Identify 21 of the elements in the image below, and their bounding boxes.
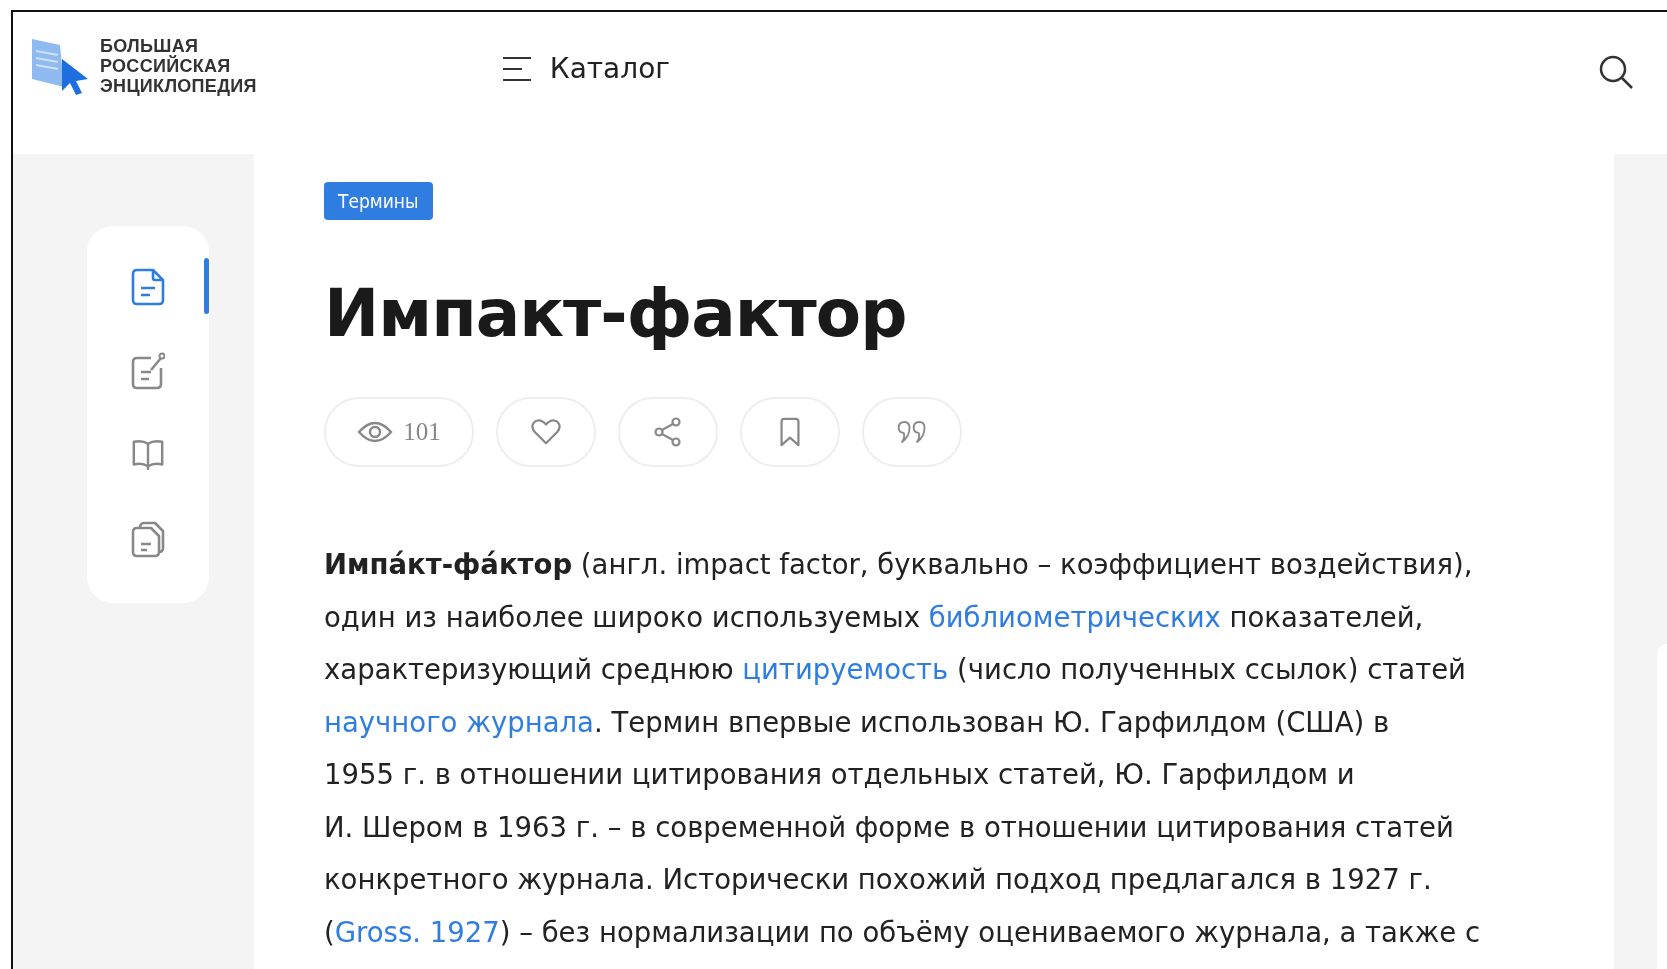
- logo-text: РОССИЙСКАЯ: [100, 56, 232, 76]
- heart-icon: [531, 417, 561, 447]
- active-indicator: [204, 258, 209, 314]
- category-tag[interactable]: Термины: [324, 182, 433, 220]
- document-icon: [131, 268, 165, 306]
- search-icon[interactable]: [1598, 54, 1634, 90]
- article-link[interactable]: библиометрических: [928, 600, 1221, 633]
- article-paragraph: Импа́кт-фа́ктор (англ. impact factor, буквально – коэффициент воздействия), один из наиболее широко используемых библиометрических показателей, характеризующий среднюю цитируемость (число полученных ссылок) статей научного журнала. Термин впервые использован Ю. Гарфилдом (США) в 1955 г. в отношении цитирования отдельных статей, Ю. Гарфилдом и И. Шером в 1963 г. – в современной форме в отношении цитирования статей конкретного журнала. Исторически похожий подход предлагался в 1927 г. (Gross. 1927) – без нормализации по объёму оцениваемого журнала, а также с: [324, 547, 1482, 950]
- share-icon: [653, 417, 683, 447]
- logo-text: БОЛЬШАЯ: [100, 36, 199, 56]
- article-link[interactable]: научного журнала: [324, 705, 594, 738]
- article-title: Импакт-фактор: [324, 274, 908, 354]
- logo-text: ЭНЦИКЛОПЕДИЯ: [100, 76, 257, 96]
- article-link[interactable]: Gross. 1927: [334, 915, 500, 948]
- views-button[interactable]: 101: [324, 397, 474, 467]
- eye-icon: [357, 420, 394, 444]
- menu-icon: [501, 55, 532, 82]
- note-edit-icon: [131, 352, 165, 390]
- documents-icon: [131, 520, 165, 558]
- article-link[interactable]: цитируемость: [742, 653, 949, 685]
- catalog-button[interactable]: Каталог: [501, 52, 670, 85]
